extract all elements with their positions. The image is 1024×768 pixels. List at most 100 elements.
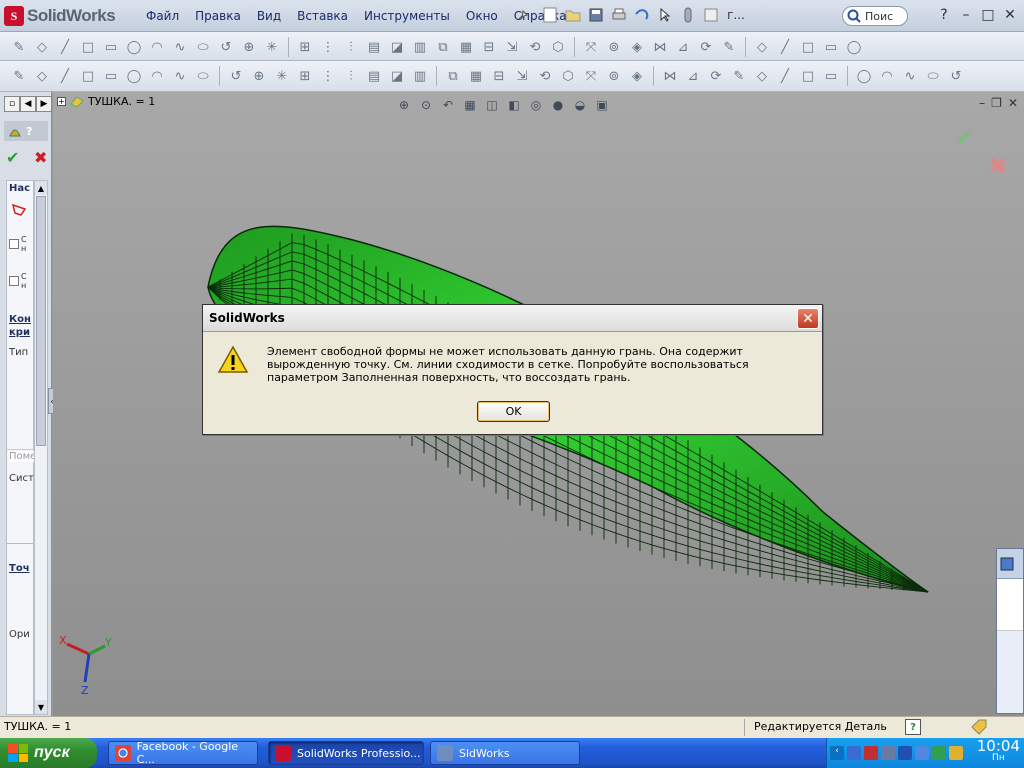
sketch-tool-36-icon[interactable]: ◯	[843, 36, 865, 58]
menu-edit[interactable]: Правка	[187, 6, 249, 26]
doc-minimize-button[interactable]: –	[979, 96, 985, 110]
feature-tool-15-icon[interactable]: ⫶	[340, 65, 362, 87]
feature-tool-24-icon[interactable]: ⬡	[557, 65, 579, 87]
feature-tool-26-icon[interactable]: ⊚	[603, 65, 625, 87]
feature-tool-36-icon[interactable]: ◯	[853, 65, 875, 87]
view-orientation-icon[interactable]: ◫	[483, 96, 501, 114]
panel-cancel-icon[interactable]: ✖	[34, 148, 47, 167]
feature-tool-37-icon[interactable]: ◠	[876, 65, 898, 87]
task-sldworks[interactable]: SldWorks	[430, 741, 580, 765]
sketch-tool-28-icon[interactable]: ⋈	[649, 36, 671, 58]
new-document-icon[interactable]	[540, 4, 560, 26]
expand-icon[interactable]: +	[57, 96, 66, 106]
feature-tool-39-icon[interactable]: ⬭	[922, 65, 944, 87]
sketch-tool-14-icon[interactable]: ⋮	[317, 36, 339, 58]
feature-tree-root[interactable]: + ТУШКА. = 1	[57, 94, 155, 108]
panel-tab-icon[interactable]: ▫	[4, 96, 20, 112]
solidworks-logo[interactable]: S SolidWorks	[4, 5, 116, 27]
feature-tool-2-icon[interactable]: ◇	[31, 65, 53, 87]
file-properties-icon[interactable]	[701, 4, 721, 26]
feature-tool-18-icon[interactable]: ▥	[409, 65, 431, 87]
feature-tool-34-icon[interactable]: □	[797, 65, 819, 87]
sketch-tool-4-icon[interactable]: □	[77, 36, 99, 58]
confirm-ok-icon[interactable]: ✔	[956, 126, 974, 151]
confirm-cancel-icon[interactable]: ✖	[988, 152, 1008, 180]
edit-appearance-icon[interactable]: ●	[549, 96, 567, 114]
menu-file[interactable]: Файл	[138, 6, 187, 26]
sketch-tool-16-icon[interactable]: ▤	[363, 36, 385, 58]
view-settings-icon[interactable]: ▣	[593, 96, 611, 114]
dialog-close-button[interactable]: ✕	[797, 308, 819, 329]
sketch-tool-30-icon[interactable]: ⟳	[695, 36, 717, 58]
scroll-down-icon[interactable]: ▼	[35, 700, 47, 714]
maximize-button[interactable]: □	[978, 5, 998, 25]
clock[interactable]: 10:04 Пн	[977, 739, 1020, 764]
feature-tool-11-icon[interactable]: ⊕	[248, 65, 270, 87]
scroll-thumb[interactable]	[36, 196, 46, 446]
sketch-tool-24-icon[interactable]: ⬡	[547, 36, 569, 58]
doc-close-button[interactable]: ✕	[1008, 96, 1018, 110]
feature-tool-29-icon[interactable]: ⊿	[682, 65, 704, 87]
feature-tool-19-icon[interactable]: ⧉	[442, 65, 464, 87]
feature-tool-16-icon[interactable]: ▤	[363, 65, 385, 87]
sketch-tool-29-icon[interactable]: ⊿	[672, 36, 694, 58]
feature-tool-17-icon[interactable]: ◪	[386, 65, 408, 87]
print-icon[interactable]	[609, 4, 629, 26]
feature-tool-8-icon[interactable]: ∿	[169, 65, 191, 87]
feature-tool-7-icon[interactable]: ◠	[146, 65, 168, 87]
sketch-tool-21-icon[interactable]: ⊟	[478, 36, 500, 58]
sketch-tool-32-icon[interactable]: ◇	[751, 36, 773, 58]
option-checkbox-2[interactable]	[9, 276, 19, 286]
feature-tool-6-icon[interactable]: ◯	[123, 65, 145, 87]
task-solidworks[interactable]: SolidWorks Professio...	[268, 741, 424, 765]
feature-tool-3-icon[interactable]: ╱	[54, 65, 76, 87]
sketch-tool-19-icon[interactable]: ⧉	[432, 36, 454, 58]
scroll-up-icon[interactable]: ▲	[35, 181, 47, 195]
apply-scene-icon[interactable]: ◒	[571, 96, 589, 114]
sketch-tool-5-icon[interactable]: ▭	[100, 36, 122, 58]
sketch-tool-23-icon[interactable]: ⟲	[524, 36, 546, 58]
feature-tool-35-icon[interactable]: ▭	[820, 65, 842, 87]
sketch-tool-27-icon[interactable]: ◈	[626, 36, 648, 58]
task-chrome[interactable]: Facebook - Google C...	[108, 740, 258, 766]
feature-tool-14-icon[interactable]: ⋮	[317, 65, 339, 87]
open-file-icon[interactable]	[563, 4, 583, 26]
sketch-tool-2-icon[interactable]: ◇	[31, 36, 53, 58]
feature-tool-33-icon[interactable]: ╱	[774, 65, 796, 87]
feature-tool-30-icon[interactable]: ⟳	[705, 65, 727, 87]
sketch-tool-12-icon[interactable]: ✳	[261, 36, 283, 58]
help-icon[interactable]: ?	[934, 5, 954, 25]
options-truncated[interactable]: г...	[724, 4, 748, 26]
sketch-tool-3-icon[interactable]: ╱	[54, 36, 76, 58]
menu-tools[interactable]: Инструменты	[356, 6, 458, 26]
feature-tool-22-icon[interactable]: ⇲	[511, 65, 533, 87]
minimize-button[interactable]: –	[956, 5, 976, 25]
antivirus-icon[interactable]	[864, 746, 878, 760]
panel-scrollbar[interactable]: ▲ ▼	[34, 180, 48, 715]
hide-show-items-icon[interactable]: ◎	[527, 96, 545, 114]
section-control-curves-header[interactable]: Кон кри	[9, 313, 35, 339]
sketch-tool-13-icon[interactable]: ⊞	[294, 36, 316, 58]
sketch-tool-15-icon[interactable]: ⫶	[340, 36, 362, 58]
tag-icon[interactable]	[970, 719, 988, 735]
sketch-tool-34-icon[interactable]: □	[797, 36, 819, 58]
select-cursor-icon[interactable]	[655, 4, 675, 26]
search-tray-icon[interactable]	[915, 746, 929, 760]
feature-tool-10-icon[interactable]: ↺	[225, 65, 247, 87]
display-style-icon[interactable]: ◧	[505, 96, 523, 114]
feature-tool-20-icon[interactable]: ▦	[465, 65, 487, 87]
pin-menu-icon[interactable]	[516, 8, 530, 22]
option-checkbox-1[interactable]	[9, 239, 19, 249]
zoom-to-fit-icon[interactable]: ⊕	[395, 96, 413, 114]
network-icon[interactable]	[847, 746, 861, 760]
sketch-tool-18-icon[interactable]: ▥	[409, 36, 431, 58]
tray-expand-icon[interactable]: ‹	[830, 746, 844, 760]
doc-restore-button[interactable]: ❐	[991, 96, 1002, 110]
sketch-tool-33-icon[interactable]: ╱	[774, 36, 796, 58]
sketch-tool-20-icon[interactable]: ▦	[455, 36, 477, 58]
sketch-tool-8-icon[interactable]: ∿	[169, 36, 191, 58]
panel-help-icon[interactable]: ?	[26, 125, 32, 138]
menu-insert[interactable]: Вставка	[289, 6, 356, 26]
users-icon[interactable]	[949, 746, 963, 760]
sketch-tool-22-icon[interactable]: ⇲	[501, 36, 523, 58]
